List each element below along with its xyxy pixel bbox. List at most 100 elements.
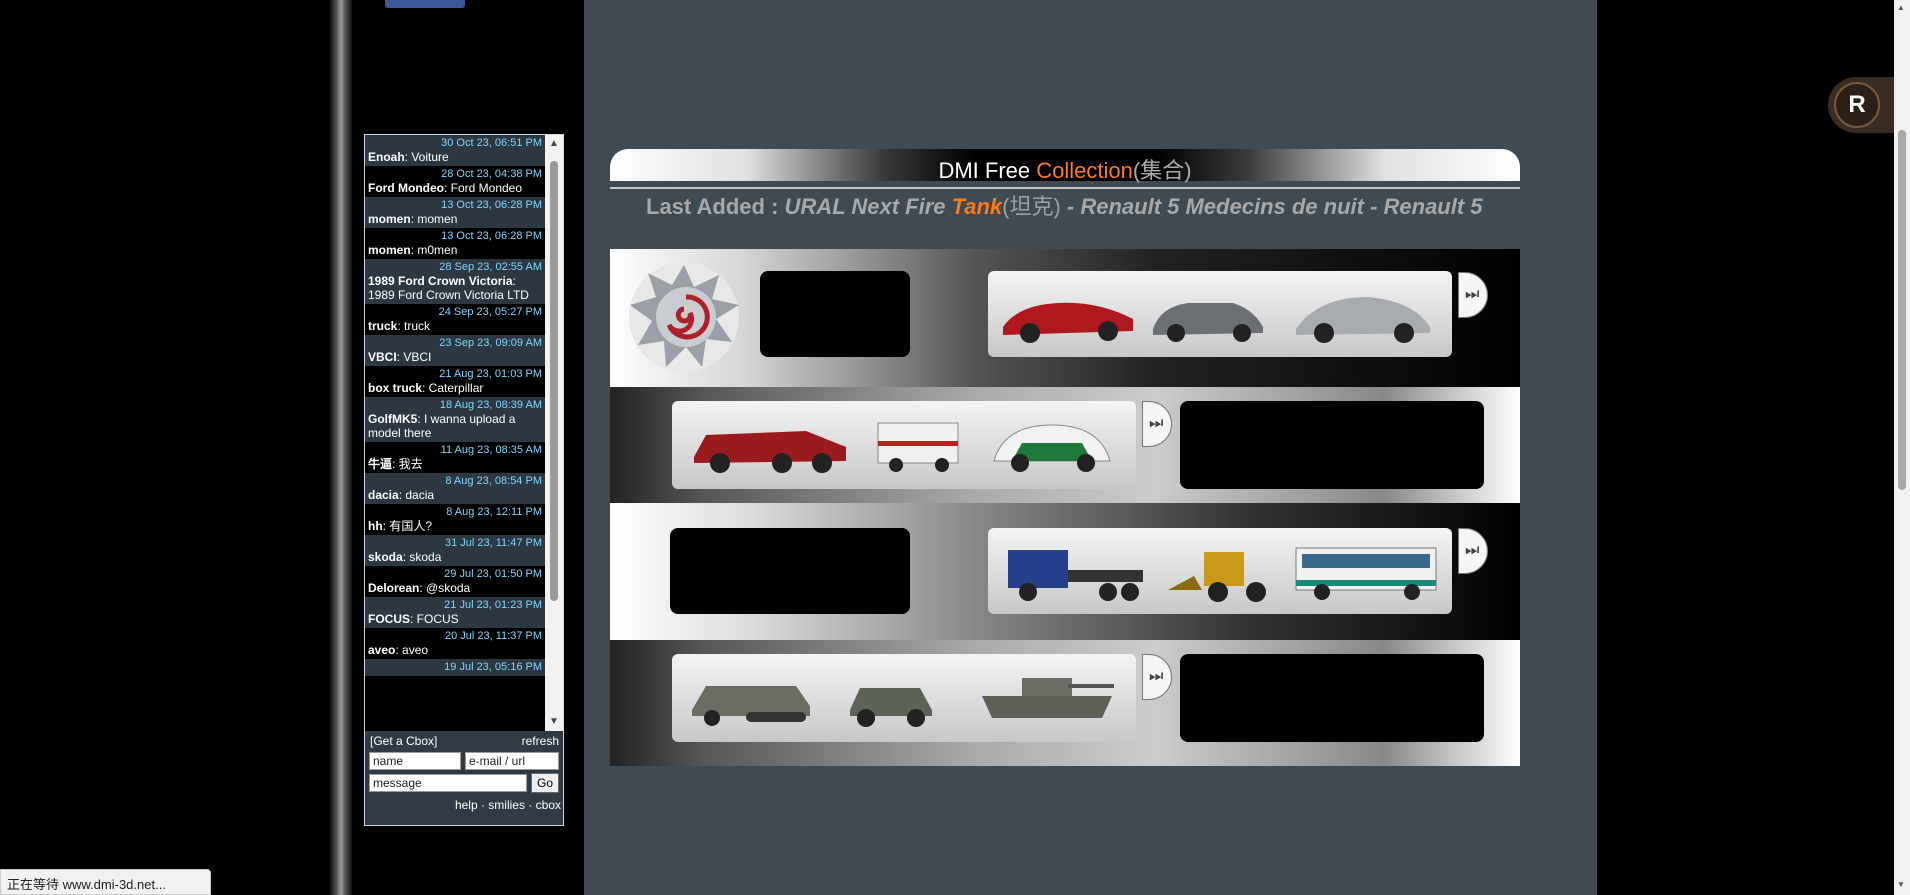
cbox-scrollbar[interactable]: ▲ ▼ — [545, 135, 563, 731]
military-vehicle-gallery[interactable] — [672, 654, 1136, 742]
next-arrow-icon[interactable]: ⏭ — [1458, 528, 1488, 574]
message-timestamp: 20 Jul 23, 11:37 PM — [444, 630, 542, 642]
cbox-form: [Get a Cbox] refresh Go help · smilies ·… — [365, 731, 563, 825]
get-cbox-link[interactable]: [Get a Cbox] — [370, 734, 437, 748]
message-author[interactable]: 牛逼 — [368, 457, 392, 471]
message-author[interactable]: VBCI — [368, 350, 397, 364]
message-text: 1989 Ford Crown Victoria: 1989 Ford Crow… — [368, 274, 542, 302]
car-gallery[interactable] — [988, 271, 1452, 357]
help-link[interactable]: help — [455, 798, 478, 812]
scroll-up-arrow-icon[interactable]: ▲ — [545, 135, 563, 153]
scroll-down-arrow-icon[interactable]: ▼ — [545, 713, 563, 731]
collection-header: DMI Free Collection(集合) — [610, 149, 1520, 183]
emergency-vehicle-gallery[interactable] — [672, 401, 1136, 489]
message-body: : momen — [410, 212, 458, 226]
message-body: : Caterpillar — [422, 381, 484, 395]
chat-message: 23 Sep 23, 09:09 AM VBCI: VBCI — [365, 335, 545, 366]
wheel-loader-thumbnail[interactable] — [1164, 540, 1274, 604]
message-author[interactable]: aveo — [368, 643, 395, 657]
chat-message: 28 Oct 23, 04:38 PM Ford Mondeo: Ford Mon… — [365, 166, 545, 197]
message-text: Enoah: Voiture — [368, 150, 542, 164]
chat-message: 31 Jul 23, 11:47 PM skoda: skoda — [365, 535, 545, 566]
message-author[interactable]: FOCUS — [368, 612, 410, 626]
next-arrow-icon[interactable]: ⏭ — [1458, 272, 1488, 318]
message-text: GolfMK5: I wanna upload a model there — [368, 412, 542, 440]
message-body: : dacia — [398, 488, 435, 502]
cbox-chat: 30 Oct 23, 06:51 PM Enoah: Voiture 28 Oct … — [364, 134, 564, 826]
chat-message: 8 Aug 23, 12:11 PM hh: 有国人? — [365, 504, 545, 535]
message-text: aveo: aveo — [368, 643, 542, 657]
go-button[interactable]: Go — [531, 773, 559, 793]
truck-gallery[interactable] — [988, 528, 1452, 614]
message-timestamp: 28 Oct 23, 04:38 PM — [441, 168, 542, 180]
semi-truck-thumbnail[interactable] — [998, 540, 1148, 604]
last-added-label: Last Added : — [646, 194, 785, 219]
message-author[interactable]: momen — [368, 243, 411, 257]
video-placeholder — [670, 528, 910, 614]
message-text: momen: m0men — [368, 243, 542, 257]
message-author[interactable]: Enoah — [368, 150, 405, 164]
message-timestamp: 13 Oct 23, 06:28 PM — [441, 230, 542, 242]
scroll-down-arrow-icon[interactable]: ▼ — [1897, 880, 1905, 889]
message-author[interactable]: 1989 Ford Crown Victoria — [368, 274, 513, 288]
message-body: : @skoda — [419, 581, 471, 595]
grey-sedan-thumbnail[interactable] — [1148, 283, 1268, 347]
last-added-rest[interactable]: - Renault 5 Medecins de nuit - Renault 5 — [1061, 194, 1483, 219]
ambulance-thumbnail[interactable] — [868, 413, 968, 477]
next-arrow-icon[interactable]: ⏭ — [1142, 654, 1172, 700]
video-placeholder — [760, 271, 910, 357]
video-placeholder — [1180, 654, 1484, 742]
message-author[interactable]: truck — [368, 319, 397, 333]
scroll-up-arrow-icon[interactable]: ▲ — [1897, 3, 1905, 12]
decorative-pole — [330, 0, 352, 895]
message-timestamp: 28 Sep 23, 02:55 AM — [439, 261, 542, 273]
message-author[interactable]: GolfMK5 — [368, 412, 417, 426]
chat-message: 29 Jul 23, 01:50 PM Delorean: @skoda — [365, 566, 545, 597]
message-timestamp: 8 Aug 23, 08:54 PM — [445, 475, 542, 487]
message-text: box truck: Caterpillar — [368, 381, 542, 395]
next-arrow-icon[interactable]: ⏭ — [1142, 401, 1172, 447]
tank-thumbnail[interactable] — [972, 666, 1122, 730]
message-timestamp: 11 Aug 23, 08:35 AM — [440, 444, 542, 456]
city-bus-thumbnail[interactable] — [1288, 540, 1444, 604]
message-author[interactable]: dacia — [368, 488, 399, 502]
cbox-link[interactable]: cbox — [536, 798, 561, 812]
message-author[interactable]: skoda — [368, 550, 403, 564]
message-field[interactable] — [369, 774, 527, 792]
message-author[interactable]: Delorean — [368, 581, 419, 595]
extension-logo-icon[interactable]: R — [1834, 82, 1880, 128]
red-sports-car-thumbnail[interactable] — [998, 283, 1138, 347]
facebook-share-button[interactable] — [385, 0, 465, 8]
chat-message: 21 Jul 23, 01:23 PM FOCUS: FOCUS — [365, 597, 545, 628]
chat-message: 13 Oct 23, 06:28 PM momen: momen — [365, 197, 545, 228]
extension-badge[interactable]: R — [1828, 77, 1894, 133]
page-scroll-thumb[interactable] — [1898, 130, 1906, 490]
message-author[interactable]: momen — [368, 212, 411, 226]
message-body: : 有国人? — [382, 519, 433, 533]
email-url-field[interactable] — [465, 752, 559, 770]
last-added-item-ural[interactable]: URAL Next Fire Tank(坦克) — [785, 194, 1061, 219]
chat-message: 20 Jul 23, 11:37 PM aveo: aveo — [365, 628, 545, 659]
gallery-strip-2: ⏭ — [610, 387, 1520, 503]
browser-status-bar: 正在等待 www.dmi-3d.net... — [0, 869, 211, 895]
message-timestamp: 31 Jul 23, 11:47 PM — [444, 537, 542, 549]
name-field[interactable] — [369, 752, 461, 770]
refresh-link[interactable]: refresh — [522, 734, 559, 748]
scroll-thumb[interactable] — [550, 161, 558, 601]
message-author[interactable]: hh — [368, 519, 383, 533]
smilies-link[interactable]: smilies — [488, 798, 525, 812]
silver-coupe-thumbnail[interactable] — [1288, 283, 1438, 347]
message-text: skoda: skoda — [368, 550, 542, 564]
message-author[interactable]: box truck — [368, 381, 422, 395]
police-beetle-thumbnail[interactable] — [982, 413, 1122, 477]
chat-message: 13 Oct 23, 06:28 PM momen: m0men — [365, 228, 545, 259]
message-timestamp: 19 Jul 23, 05:16 PM — [444, 661, 542, 673]
halftrack-thumbnail[interactable] — [686, 666, 816, 730]
page-scrollbar[interactable]: ▲ ▼ — [1894, 0, 1910, 895]
cbox-message-list[interactable]: 30 Oct 23, 06:51 PM Enoah: Voiture 28 Oct … — [365, 135, 545, 731]
fire-tank-thumbnail[interactable] — [686, 413, 854, 477]
message-body: : m0men — [410, 243, 458, 257]
jeep-thumbnail[interactable] — [840, 666, 940, 730]
message-body: : Ford Mondeo — [443, 181, 523, 195]
message-author[interactable]: Ford Mondeo — [368, 181, 444, 195]
